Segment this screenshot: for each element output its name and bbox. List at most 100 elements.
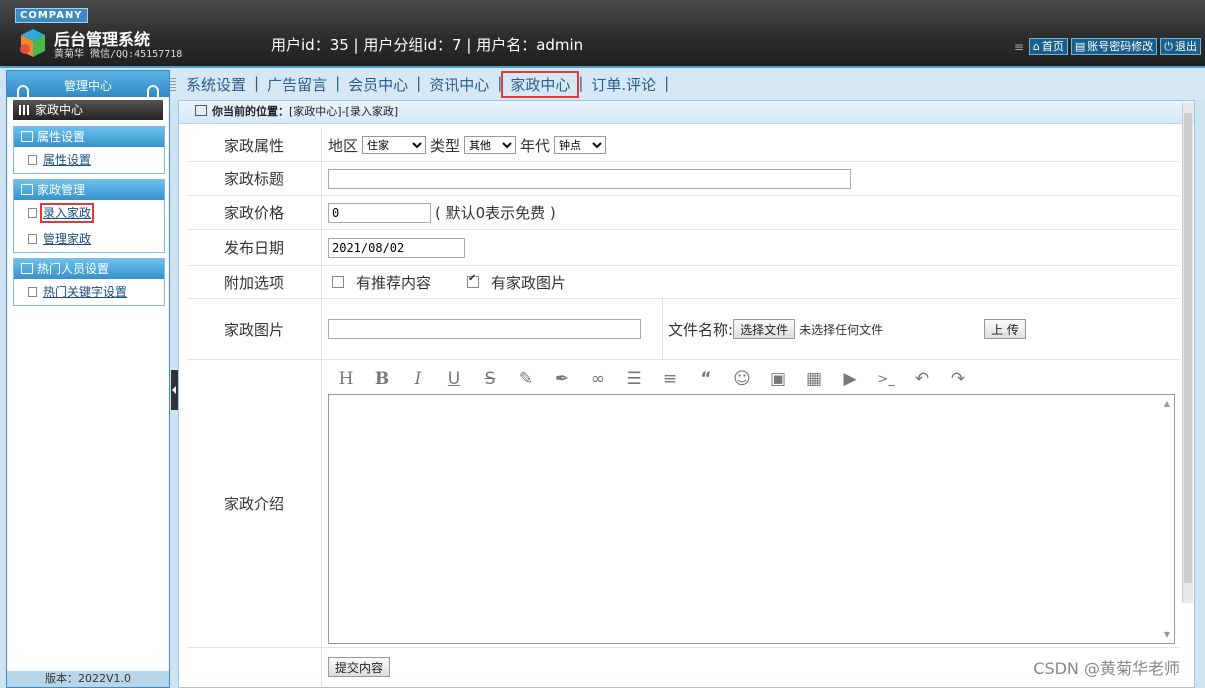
era-select[interactable]: 钟点 (554, 136, 607, 154)
era-label: 年代 (520, 136, 551, 155)
sidebar-group-hot: 热门人员设置 热门关键字设置 (13, 258, 165, 306)
redo-icon[interactable]: ↷ (940, 369, 976, 389)
watermark: CSDN @黄菊华老师 (1033, 659, 1180, 678)
form-row-submit: 提交内容 (187, 648, 1179, 686)
sidebar-group-title[interactable]: 热门人员设置 (14, 259, 164, 279)
sidebar: 管理中心 家政中心 属性设置 属性设置 家政管理 录入家政 管理家政 热门人员设… (6, 70, 170, 688)
sidebar-group-title[interactable]: 属性设置 (14, 127, 164, 147)
link-attribute-settings[interactable]: 属性设置 (43, 153, 91, 167)
date-input[interactable] (328, 237, 465, 258)
recommend-label: 有推荐内容 (356, 273, 432, 292)
upload-button[interactable]: 上 传 (984, 319, 1026, 339)
nav-item-news[interactable]: 资讯中心 (421, 74, 497, 95)
scroll-up-icon[interactable]: ▲ (1164, 399, 1170, 408)
breadcrumb-path: [家政中心]-[录入家政] (289, 105, 399, 118)
italic-icon[interactable]: I (400, 369, 436, 389)
sidebar-home[interactable]: 家政中心 (13, 100, 163, 120)
emoji-icon[interactable]: ☺ (724, 369, 760, 389)
nav-item-ads[interactable]: 广告留言 (259, 74, 335, 95)
title-label: 家政标题 (187, 162, 322, 195)
logo-cube-icon (20, 29, 45, 57)
recommend-checkbox[interactable] (332, 276, 344, 288)
align-icon[interactable]: ≡ (652, 369, 688, 389)
quote-icon[interactable]: “ (688, 369, 724, 389)
menu-lines-icon[interactable]: ≡ (1014, 40, 1024, 54)
nav-item-housekeeping[interactable]: 家政中心 (501, 71, 580, 98)
nav-item-orders[interactable]: 订单.评论 (583, 74, 664, 95)
app-subtitle: 黄菊华 微信/QQ:45157718 (54, 49, 183, 60)
table-icon[interactable]: ▦ (796, 369, 832, 389)
heading-icon[interactable]: H (328, 369, 364, 389)
video-icon[interactable]: ▶ (832, 369, 868, 389)
sidebar-collapse-handle[interactable] (171, 370, 178, 410)
group-title-label: 家政管理 (37, 183, 86, 197)
link-manage-housekeeping[interactable]: 管理家政 (43, 232, 91, 246)
document-icon (28, 208, 37, 218)
price-input[interactable] (328, 202, 431, 223)
panel-icon (21, 184, 33, 195)
nav-item-members[interactable]: 会员中心 (340, 74, 416, 95)
nav-separator: | (664, 74, 670, 92)
page-scrollbar[interactable] (1182, 103, 1193, 603)
link-hot-keywords[interactable]: 热门关键字设置 (43, 285, 127, 299)
form-row-price: 家政价格 ( 默认0表示免费 ) (187, 196, 1179, 230)
title-input[interactable] (328, 168, 851, 189)
home-button[interactable]: ⌂ 首页 (1028, 38, 1068, 55)
document-icon: ▤ (1074, 40, 1086, 53)
sidebar-link: 热门关键字设置 (14, 279, 164, 305)
sidebar-link: 录入家政 (14, 200, 164, 226)
scroll-down-icon[interactable]: ▼ (1164, 630, 1170, 639)
link-icon[interactable]: ∞ (580, 369, 616, 389)
undo-icon[interactable]: ↶ (904, 369, 940, 389)
bold-icon[interactable]: B (364, 369, 400, 389)
image-checkbox[interactable] (467, 273, 480, 288)
panel-icon (21, 263, 33, 274)
type-select[interactable]: 其他 (464, 136, 517, 154)
sidebar-home-label: 家政中心 (35, 103, 84, 117)
top-nav: 系统设置 | 广告留言 | 会员中心 | 资讯中心 | 家政中心 | 订单.评论 | (166, 68, 1205, 100)
document-icon (28, 155, 37, 165)
sidebar-group-title[interactable]: 家政管理 (14, 180, 164, 200)
link-add-housekeeping[interactable]: 录入家政 (39, 203, 95, 223)
sidebar-header: 管理中心 (7, 71, 169, 99)
image-path-input[interactable] (328, 319, 641, 339)
sidebar-title: 管理中心 (63, 79, 112, 93)
list-icon[interactable]: ☰ (616, 369, 652, 389)
form-row-image: 家政图片 文件名称: 选择文件 未选择任何文件 上 传 (187, 299, 1179, 360)
nav-item-system[interactable]: 系统设置 (178, 74, 254, 95)
submit-button[interactable]: 提交内容 (328, 657, 391, 677)
sidebar-link: 管理家政 (14, 226, 164, 252)
account-button[interactable]: ▤ 账号密码修改 (1070, 38, 1158, 55)
underline-icon[interactable]: U (436, 369, 472, 389)
logout-label: 退出 (1175, 40, 1197, 53)
pencil-icon[interactable]: ✎ (508, 369, 544, 389)
brush-icon[interactable]: ✒ (544, 369, 580, 389)
power-icon: ⏻ (1164, 40, 1173, 53)
logout-button[interactable]: ⏻ 退出 (1160, 38, 1201, 55)
group-title-label: 热门人员设置 (37, 262, 110, 276)
image-option-label: 有家政图片 (491, 273, 567, 292)
breadcrumb: 你当前的位置：[家政中心]-[录入家政] (179, 101, 1194, 124)
scrollbar-thumb[interactable] (1184, 113, 1192, 583)
editor-content-area[interactable]: ▲ ▼ (328, 394, 1175, 644)
options-label: 附加选项 (187, 266, 322, 298)
submit-label-cell (187, 648, 322, 686)
file-name-label: 文件名称: (668, 320, 734, 339)
form-row-attributes: 家政属性 地区 住家 类型 其他 年代 钟点 (187, 129, 1179, 162)
header-bar: COMPANY 后台管理系统 黄菊华 微信/QQ:45157718 用户id：3… (0, 0, 1205, 68)
code-icon[interactable]: >_ (868, 372, 904, 387)
choose-file-button[interactable]: 选择文件 (733, 319, 796, 339)
strikethrough-icon[interactable]: S (472, 369, 508, 389)
region-select[interactable]: 住家 (362, 136, 427, 154)
panel-icon (21, 131, 33, 142)
nav-items: 系统设置 | 广告留言 | 会员中心 | 资讯中心 | 家政中心 | 订单.评论 | (178, 71, 670, 98)
form-row-intro: 家政介绍 H B I U S ✎ ✒ ∞ ☰ ≡ “ ☺ ▣ ▦ ▶ >_ ↶ … (187, 360, 1179, 648)
home-icon: ⌂ (1032, 40, 1040, 53)
sidebar-group-attributes: 属性设置 属性设置 (13, 126, 165, 174)
image-icon[interactable]: ▣ (760, 369, 796, 389)
form-row-options: 附加选项 有推荐内容 有家政图片 (187, 266, 1179, 299)
company-badge: COMPANY (15, 8, 88, 23)
housekeeping-form: 家政属性 地区 住家 类型 其他 年代 钟点 家政标题 家政价格 ( 默认0表示… (187, 129, 1179, 686)
group-title-label: 属性设置 (37, 130, 86, 144)
version-label: 版本：2022V1.0 (7, 671, 169, 687)
